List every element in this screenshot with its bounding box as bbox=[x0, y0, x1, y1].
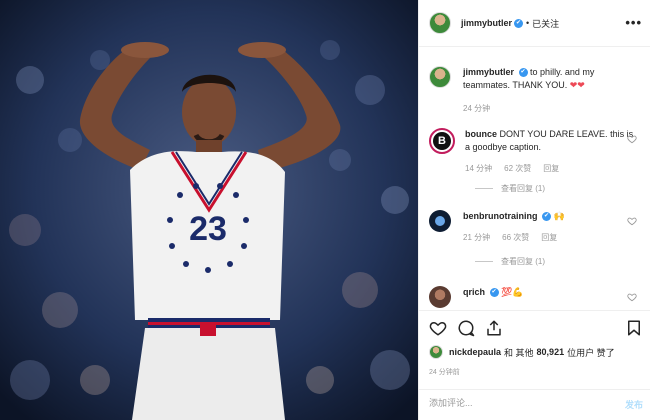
like-heart-icon[interactable] bbox=[429, 319, 447, 337]
share-icon[interactable] bbox=[485, 319, 503, 337]
bookmark-icon[interactable] bbox=[625, 319, 643, 337]
commenter-username[interactable]: benbrunotraining bbox=[463, 211, 538, 221]
post-photo[interactable]: 23 bbox=[0, 0, 418, 420]
commenter-username[interactable]: bounce bbox=[465, 129, 497, 139]
more-options-icon[interactable]: ••• bbox=[625, 15, 642, 30]
jersey-number: 23 bbox=[189, 210, 227, 248]
comments-list: jimmybutler ✔ to philly. and my teammate… bbox=[419, 48, 650, 310]
separator-dot: • bbox=[526, 18, 530, 28]
commenter-username[interactable]: qrich bbox=[463, 287, 485, 297]
commenter-avatar[interactable] bbox=[429, 286, 451, 308]
comment-item: benbrunotraining ✔ 🙌 21 分钟 66 次赞 回复 bbox=[429, 210, 643, 244]
reply-button[interactable]: 回复 bbox=[541, 231, 557, 244]
add-comment-bar: 发布 bbox=[419, 389, 650, 420]
like-comment-heart-icon[interactable] bbox=[627, 292, 637, 302]
reply-button[interactable]: 回复 bbox=[543, 162, 559, 175]
commenter-avatar[interactable] bbox=[429, 210, 451, 232]
verified-badge-icon: ✔ bbox=[489, 288, 499, 298]
comment-likes[interactable]: 66 次赞 bbox=[502, 231, 529, 244]
post-side-panel: jimmybutler ✔ • 已关注 ••• jimmybutler ✔ to… bbox=[418, 0, 650, 420]
comment-input[interactable] bbox=[429, 398, 599, 408]
player-illustration: 23 bbox=[0, 0, 418, 420]
comment-item: B bounce DONT YOU DARE LEAVE. this is a … bbox=[429, 128, 643, 175]
view-replies-link[interactable]: 查看回复 (1) bbox=[475, 183, 545, 194]
red-heart-emoji: ❤❤ bbox=[569, 80, 585, 90]
verified-badge-icon: ✔ bbox=[514, 18, 524, 28]
author-username[interactable]: jimmybutler bbox=[461, 18, 512, 28]
commenter-avatar[interactable]: B bbox=[429, 128, 455, 154]
like-comment-heart-icon[interactable] bbox=[627, 216, 637, 226]
commenter-username[interactable]: jimmybutler bbox=[463, 67, 514, 77]
comment-item: qrich ✔ 💯💪 bbox=[429, 286, 643, 308]
comment-time[interactable]: 21 分钟 bbox=[463, 231, 490, 244]
liker-username[interactable]: nickdepaula bbox=[449, 347, 501, 357]
verified-badge-icon: ✔ bbox=[542, 212, 552, 222]
instagram-post-window: 23 jimmybutler ✔ • 已关注 ••• jimmybutler ✔… bbox=[0, 0, 650, 420]
post-comment-button[interactable]: 发布 bbox=[625, 398, 643, 411]
view-replies-link[interactable]: 查看回复 (1) bbox=[475, 256, 545, 267]
comment-bubble-icon[interactable] bbox=[457, 319, 475, 337]
comment-likes[interactable]: 62 次赞 bbox=[504, 162, 531, 175]
post-timestamp[interactable]: 24 分钟前 bbox=[429, 367, 460, 377]
verified-badge-icon: ✔ bbox=[518, 68, 528, 78]
post-header: jimmybutler ✔ • 已关注 ••• bbox=[419, 0, 650, 47]
caption-comment: jimmybutler ✔ to philly. and my teammate… bbox=[429, 66, 643, 115]
post-actions: nickdepaula 和 其他 80,921 位用户 赞了 24 分钟前 发布 bbox=[419, 310, 650, 420]
following-status[interactable]: 已关注 bbox=[532, 17, 559, 30]
author-avatar[interactable] bbox=[429, 12, 451, 34]
liker-avatar[interactable] bbox=[429, 345, 443, 359]
likes-summary[interactable]: nickdepaula 和 其他 80,921 位用户 赞了 bbox=[429, 345, 615, 359]
like-comment-heart-icon[interactable] bbox=[627, 134, 637, 144]
comment-time[interactable]: 14 分钟 bbox=[465, 162, 492, 175]
comment-text: 🙌 bbox=[553, 211, 565, 221]
commenter-avatar[interactable] bbox=[429, 66, 451, 88]
comment-text: 💯💪 bbox=[501, 287, 524, 297]
likes-suffix: 位用户 赞了 bbox=[567, 347, 615, 358]
likes-count[interactable]: 80,921 bbox=[537, 347, 565, 357]
likes-conjunction: 和 其他 bbox=[504, 347, 534, 358]
comment-time[interactable]: 24 分钟 bbox=[463, 102, 490, 115]
